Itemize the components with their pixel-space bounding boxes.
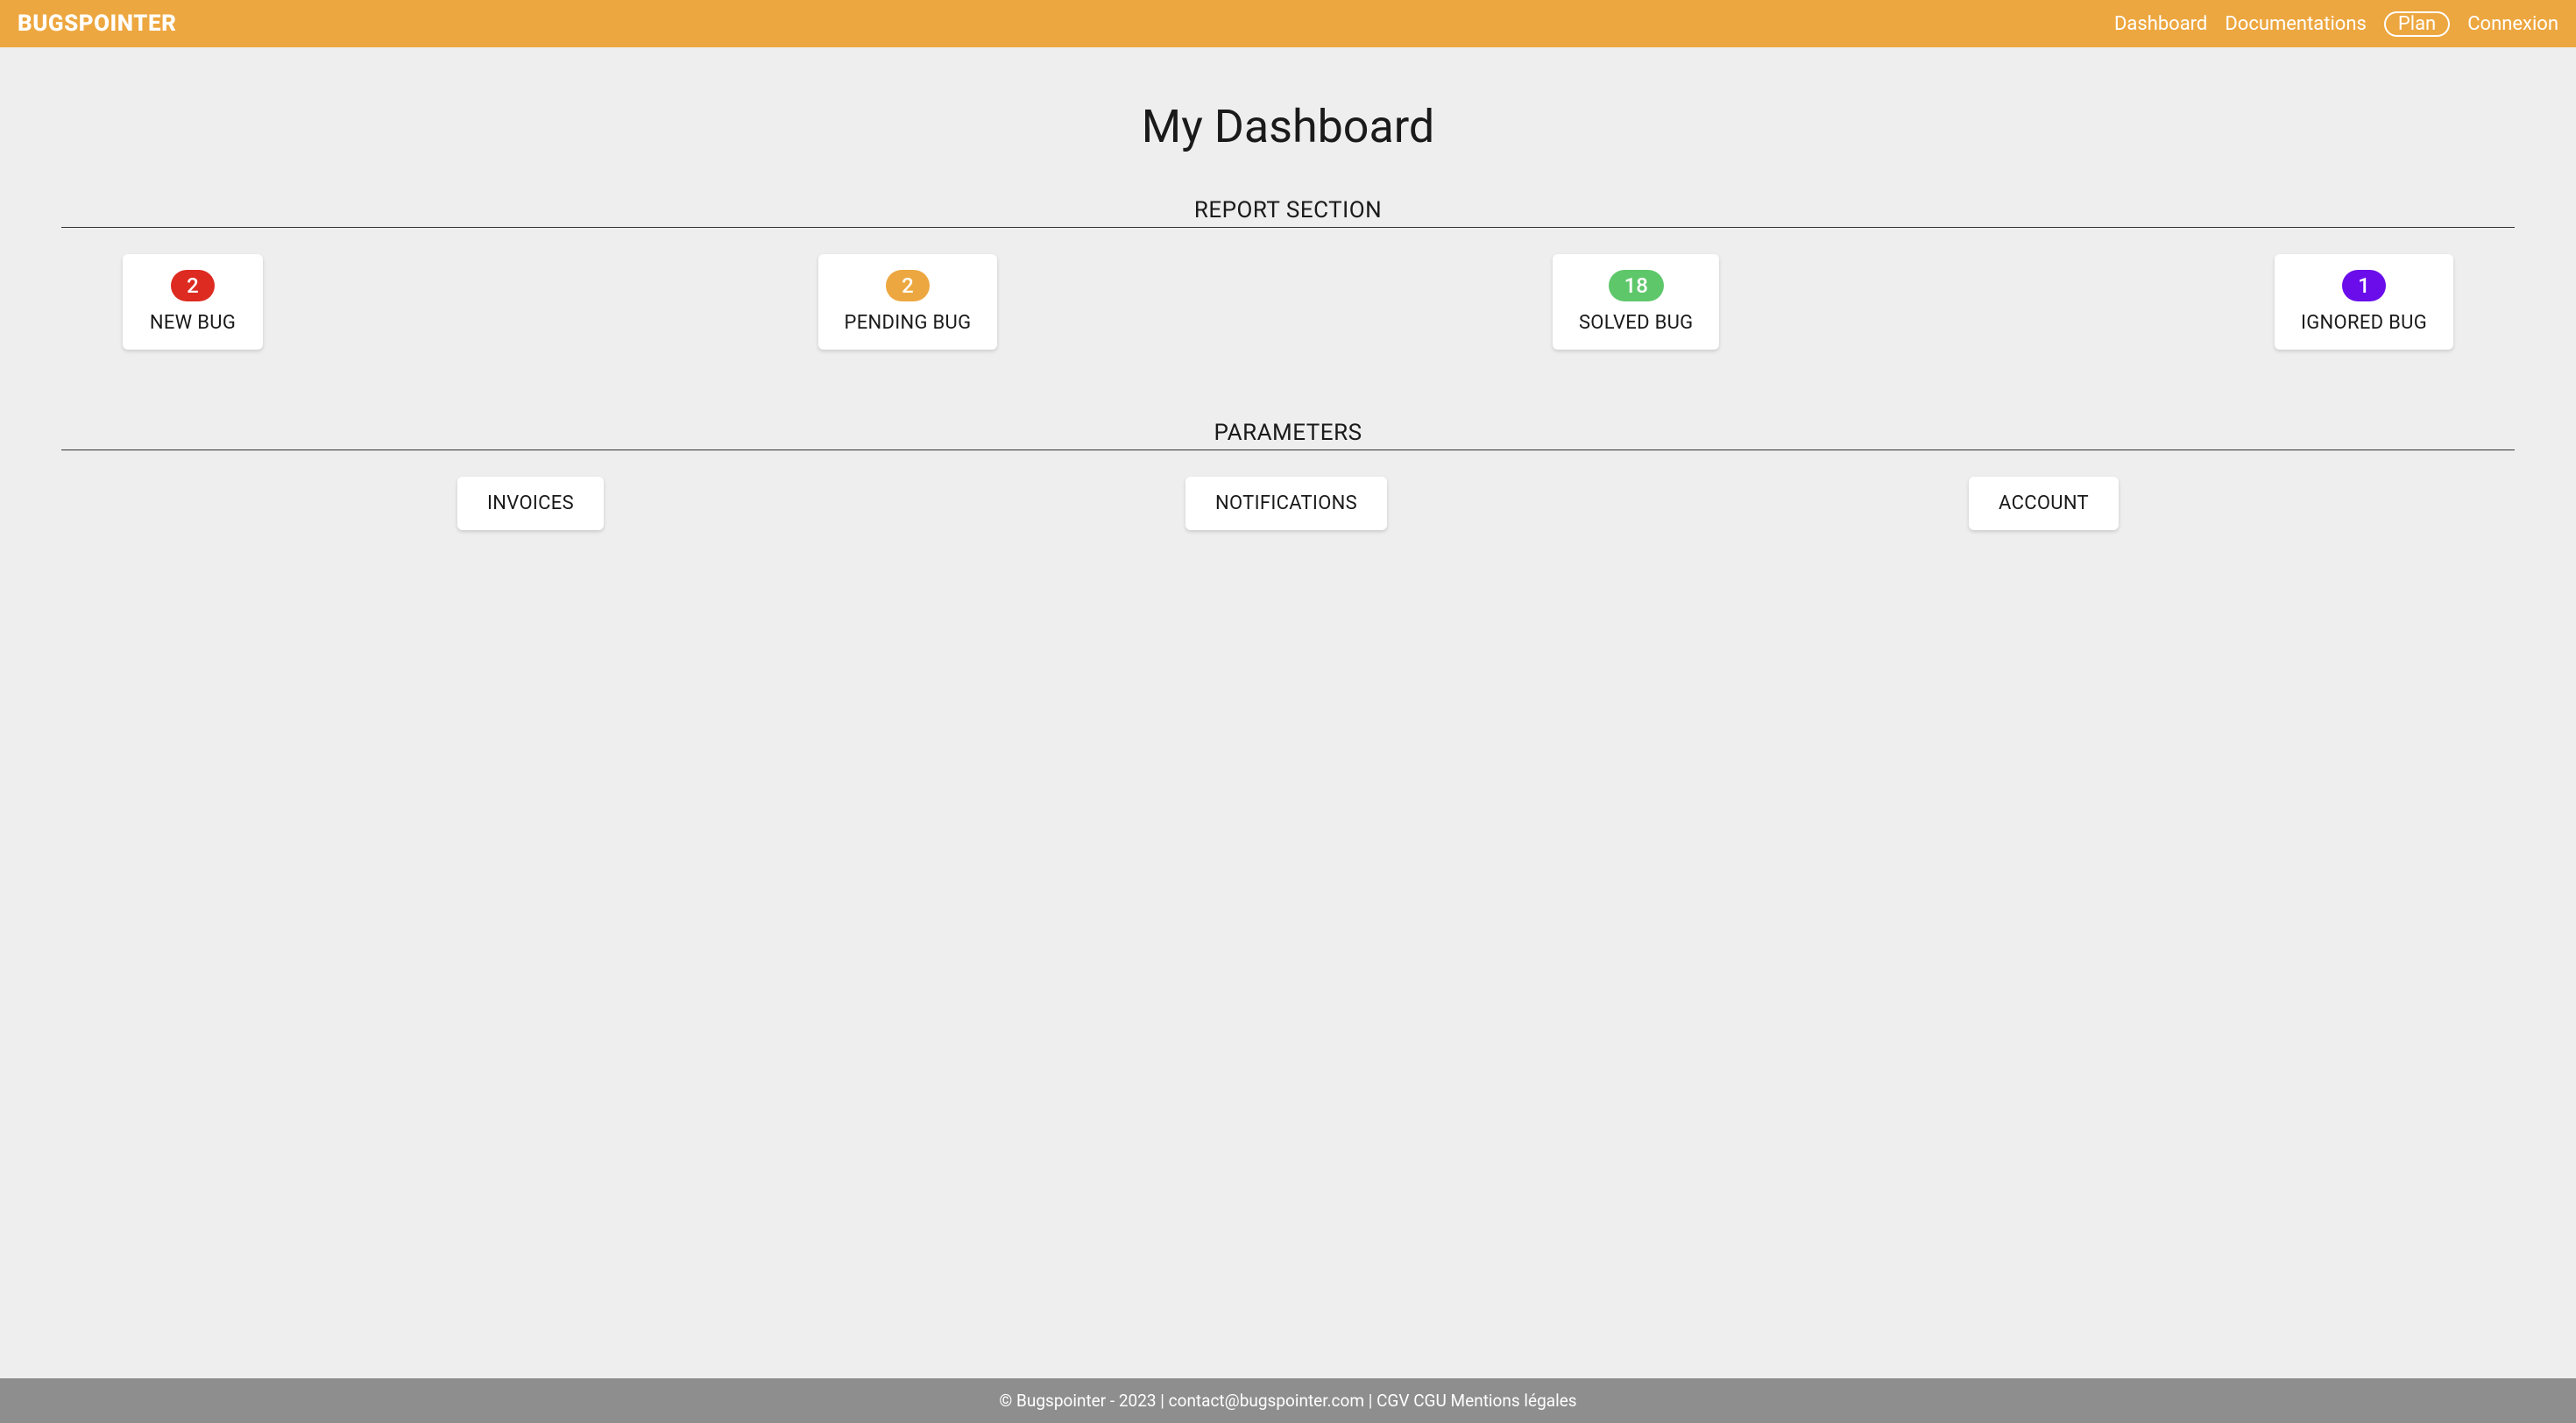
solved-bug-badge: 18 [1609,270,1664,301]
footer-cgv[interactable]: CGV [1376,1391,1409,1411]
page-title: My Dashboard [61,100,2515,153]
footer-legal[interactable]: Mentions légales [1451,1391,1577,1411]
nav-documentations[interactable]: Documentations [2225,13,2367,35]
invoices-card[interactable]: INVOICES [457,477,604,530]
new-bug-label: NEW BUG [149,312,237,334]
brand-logo[interactable]: BUGSPOINTER [18,11,176,37]
notifications-card[interactable]: NOTIFICATIONS [1185,477,1387,530]
ignored-bug-label: IGNORED BUG [2301,312,2427,334]
solved-bug-card[interactable]: 18 SOLVED BUG [1553,254,1720,350]
parameters-section-title: PARAMETERS [61,420,2515,450]
new-bug-badge: 2 [171,270,215,301]
parameters-card-row: INVOICES NOTIFICATIONS ACCOUNT [61,477,2515,530]
notifications-label: NOTIFICATIONS [1215,492,1357,514]
footer-copyright: © Bugspointer - 2023 [999,1391,1156,1411]
new-bug-card[interactable]: 2 NEW BUG [123,254,263,350]
footer-email[interactable]: contact@bugspointer.com [1169,1391,1364,1411]
header: BUGSPOINTER Dashboard Documentations Pla… [0,0,2576,47]
report-section-title: REPORT SECTION [61,197,2515,228]
pending-bug-badge: 2 [886,270,930,301]
solved-bug-label: SOLVED BUG [1579,312,1694,334]
nav-connexion[interactable]: Connexion [2467,13,2558,35]
pending-bug-label: PENDING BUG [845,312,972,334]
ignored-bug-card[interactable]: 1 IGNORED BUG [2275,254,2453,350]
account-card[interactable]: ACCOUNT [1969,477,2119,530]
footer-cgu[interactable]: CGU [1413,1391,1447,1411]
footer-sep2: | [1364,1391,1376,1411]
main-content: My Dashboard REPORT SECTION 2 NEW BUG 2 … [0,47,2576,1378]
footer-sep1: | [1157,1391,1169,1411]
ignored-bug-badge: 1 [2342,270,2386,301]
nav-plan[interactable]: Plan [2384,11,2450,37]
main-nav: Dashboard Documentations Plan Connexion [2114,11,2558,37]
invoices-label: INVOICES [487,492,574,514]
footer: © Bugspointer - 2023 | contact@bugspoint… [0,1378,2576,1423]
pending-bug-card[interactable]: 2 PENDING BUG [818,254,998,350]
report-card-row: 2 NEW BUG 2 PENDING BUG 18 SOLVED BUG 1 … [61,254,2515,350]
nav-dashboard[interactable]: Dashboard [2114,13,2207,35]
account-label: ACCOUNT [1999,492,2089,514]
